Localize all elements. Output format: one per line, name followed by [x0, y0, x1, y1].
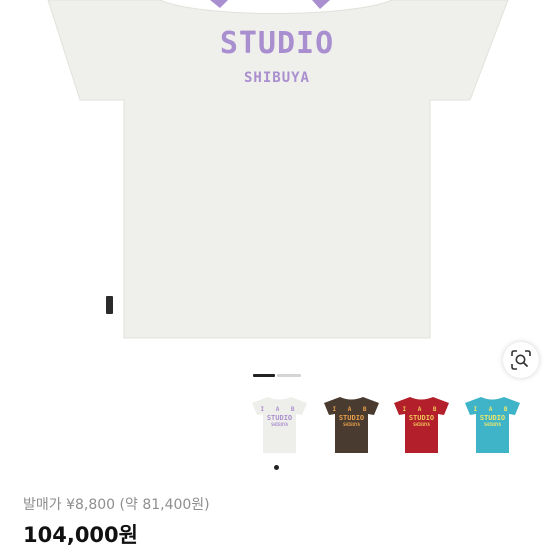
gallery-indicator-track [277, 374, 301, 377]
swatch-print-studio: STUDIO [338, 414, 365, 422]
swatch-print-letters: I A B [402, 406, 441, 413]
swatch-print-city: SHIBUYA [343, 422, 360, 427]
color-swatch-blue[interactable]: I A B STUDIO SHIBUYA [461, 393, 524, 456]
swatch-print-studio: STUDIO [479, 414, 506, 422]
color-swatch-red[interactable]: I A B STUDIO SHIBUYA [390, 393, 453, 456]
product-hero-image[interactable]: STUDIO SHIBUYA [0, 0, 554, 360]
swatch-print-letters: I A B [473, 406, 512, 413]
swatch-print-city: SHIBUYA [271, 422, 288, 427]
selected-swatch-dot [274, 465, 279, 470]
swatch-print-letters: I A B [332, 406, 371, 413]
gallery-indicator-active [253, 374, 275, 377]
swatch-print-letters: I A B [260, 406, 299, 413]
swatch-print-city: SHIBUYA [413, 422, 430, 427]
visual-search-icon [511, 350, 531, 370]
swatch-print-city: SHIBUYA [484, 422, 501, 427]
swatch-print-studio: STUDIO [408, 414, 435, 422]
swatch-print-studio: STUDIO [266, 414, 293, 422]
color-swatch-brown[interactable]: I A B STUDIO SHIBUYA [320, 393, 383, 456]
sale-price: 104,000원 [23, 523, 138, 547]
print-studio-text: STUDIO [219, 26, 335, 61]
tag-label [106, 296, 113, 314]
color-swatch-white[interactable]: I A B STUDIO SHIBUYA [248, 393, 311, 456]
visual-search-button[interactable] [503, 342, 539, 378]
release-price-label: 발매가 ¥8,800 (약 81,400원) [23, 497, 210, 513]
print-shibuya-text: SHIBUYA [243, 70, 310, 86]
